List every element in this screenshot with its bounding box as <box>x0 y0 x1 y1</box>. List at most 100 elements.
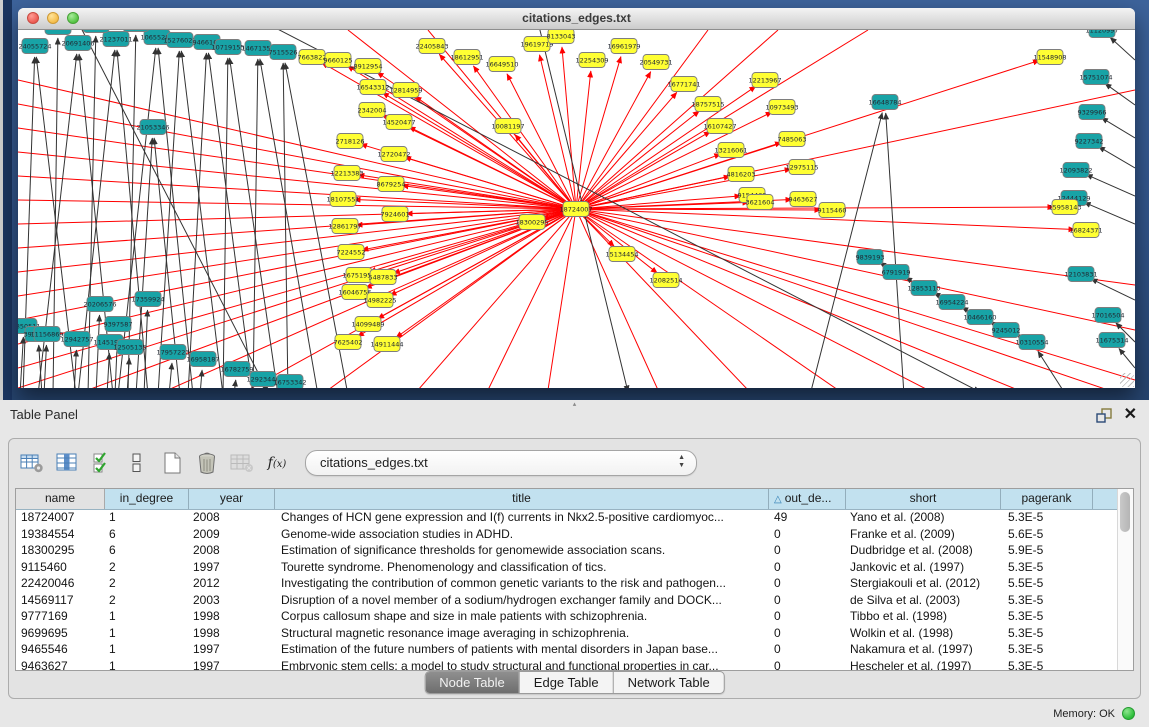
graph-node[interactable]: 16958187 <box>186 352 219 367</box>
graph-node[interactable]: 21053346 <box>136 120 169 135</box>
graph-node[interactable]: 8912954 <box>354 59 383 74</box>
graph-node[interactable]: 10466160 <box>963 310 996 325</box>
graph-node[interactable]: 14520477 <box>382 115 415 130</box>
table-body[interactable]: 1872400712008Changes of HCN gene express… <box>16 509 1118 670</box>
rows-icon[interactable] <box>122 449 152 477</box>
graph-node[interactable]: 9329966 <box>1078 105 1107 120</box>
graph-node[interactable]: 15751074 <box>1079 70 1112 85</box>
table-row[interactable]: 911546021997Tourette syndrome. Phenomeno… <box>16 559 1118 576</box>
graph-node[interactable]: 8679254 <box>377 177 406 192</box>
graph-node[interactable]: 16649510 <box>485 57 518 72</box>
graph-node[interactable]: 14911444 <box>370 337 403 352</box>
graph-node[interactable]: 12975115 <box>785 160 818 175</box>
graph-node[interactable]: 12814959 <box>389 83 422 98</box>
graph-node[interactable]: 9660125 <box>324 53 353 68</box>
graph-node[interactable]: 12942757 <box>60 332 93 347</box>
graph-node[interactable]: 12853110 <box>907 281 940 296</box>
window-resize-grip[interactable] <box>1120 373 1134 387</box>
table-row[interactable]: 1456911722003Disruption of a novel membe… <box>16 592 1118 609</box>
graph-node[interactable]: 20206576 <box>83 297 116 312</box>
tab-node-table[interactable]: Node Table <box>425 672 519 693</box>
column-header-name[interactable]: name <box>16 489 105 509</box>
column-header-short[interactable]: short <box>846 489 1001 509</box>
table-selector-dropdown[interactable]: citations_edges.txt ▲▼ <box>305 450 697 476</box>
graph-node[interactable]: 2718126 <box>336 134 365 149</box>
graph-node[interactable]: 10973493 <box>765 100 798 115</box>
close-icon[interactable]: ✕ <box>1124 406 1137 424</box>
graph-node[interactable]: 24055724 <box>18 39 51 54</box>
graph-node[interactable]: 9699695 <box>122 30 151 32</box>
graph-node[interactable]: 9777169 <box>82 30 111 33</box>
table-row[interactable]: 946362711997Embryonic stem cells: a mode… <box>16 658 1118 671</box>
graph-node[interactable]: 12093822 <box>1059 163 1092 178</box>
graph-node[interactable]: 16648784 <box>868 95 901 110</box>
graph-node[interactable]: 16543312 <box>356 80 389 95</box>
splitter-handle-icon[interactable]: ▴ <box>573 401 577 408</box>
graph-node[interactable]: 16961979 <box>607 39 640 54</box>
graph-node[interactable]: 7515526 <box>269 45 298 60</box>
column-visibility-icon[interactable] <box>52 449 82 477</box>
graph-node[interactable]: 6791919 <box>882 265 911 280</box>
tab-edge-table[interactable]: Edge Table <box>519 672 613 693</box>
graph-node[interactable]: 7224552 <box>337 245 366 260</box>
window-titlebar[interactable]: citations_edges.txt <box>18 8 1135 30</box>
tab-network-table[interactable]: Network Table <box>613 672 724 693</box>
graph-node[interactable]: 7663822 <box>298 50 327 65</box>
graph-node[interactable]: 16954224 <box>935 295 968 310</box>
graph-node[interactable]: 20691406 <box>61 36 94 51</box>
graph-node[interactable]: 11120997 <box>1085 30 1118 38</box>
graph-node[interactable]: 17016504 <box>1091 308 1124 323</box>
graph-node[interactable]: 2342004 <box>358 103 387 118</box>
table-scrollbar[interactable] <box>1117 489 1133 670</box>
graph-node[interactable]: 17359924 <box>131 292 164 307</box>
graph-node[interactable]: 12082514 <box>649 273 682 288</box>
column-header-pagerank[interactable]: pagerank <box>1001 489 1093 509</box>
graph-node[interactable]: 5487833 <box>369 270 398 285</box>
graph-node[interactable]: 10719155 <box>211 40 244 55</box>
graph-node[interactable]: 8133043 <box>547 30 576 44</box>
graph-node[interactable]: 18612951 <box>450 50 483 65</box>
delete-icon[interactable] <box>192 449 222 477</box>
table-row[interactable]: 1872400712008Changes of HCN gene express… <box>16 509 1118 526</box>
row-select-icon[interactable] <box>87 449 117 477</box>
graph-node[interactable]: 11156869 <box>30 327 63 342</box>
new-file-icon[interactable] <box>157 449 187 477</box>
graph-node[interactable]: 12103831 <box>1064 267 1097 282</box>
graph-node[interactable]: 9397587 <box>104 317 133 332</box>
graph-node[interactable]: 19384554 <box>41 30 74 35</box>
graph-node[interactable]: 12213967 <box>748 73 781 88</box>
graph-node[interactable]: 14099489 <box>351 317 384 332</box>
graph-node[interactable]: 3621604 <box>746 195 775 210</box>
function-builder-icon[interactable]: f(x) <box>262 449 292 477</box>
table-row[interactable]: 977716911998Corpus callosum shape and si… <box>16 608 1118 625</box>
graph-node[interactable]: 4816203 <box>727 167 756 182</box>
graph-node[interactable]: 12213383 <box>330 166 363 181</box>
graph-node[interactable]: 22405843 <box>415 39 448 54</box>
table-row[interactable]: 2242004622012Investigating the contribut… <box>16 575 1118 592</box>
graph-node[interactable]: 7485063 <box>778 132 807 147</box>
column-header-year[interactable]: year <box>189 489 275 509</box>
graph-node[interactable]: 7924601 <box>381 207 410 222</box>
graph-node[interactable]: 9245012 <box>992 323 1021 338</box>
table-settings-icon[interactable] <box>17 449 47 477</box>
network-canvas[interactable]: 2405572420691406212370111065528715276021… <box>18 30 1135 388</box>
graph-node[interactable]: 18107551 <box>326 192 359 207</box>
graph-node[interactable]: 16753342 <box>273 375 306 389</box>
graph-node[interactable]: 12861797 <box>328 219 361 234</box>
scrollbar-thumb[interactable] <box>1120 492 1130 532</box>
graph-node[interactable]: 14982225 <box>363 293 396 308</box>
citation-graph[interactable]: 2405572420691406212370111065528715276021… <box>18 30 1135 388</box>
graph-node[interactable]: 16107427 <box>703 119 736 134</box>
graph-node[interactable]: 9463627 <box>789 192 818 207</box>
network-window[interactable]: citations_edges.txt 24055724206914062123… <box>18 8 1135 388</box>
column-header-out_de[interactable]: △out_de... <box>769 489 846 509</box>
graph-node[interactable]: 16824371 <box>1069 223 1102 238</box>
graph-node[interactable]: 11675314 <box>1095 333 1128 348</box>
table-row[interactable]: 1938455462009Genome-wide association stu… <box>16 526 1118 543</box>
table-row[interactable]: 946554611997Estimation of the future num… <box>16 641 1118 658</box>
graph-node[interactable]: 10081197 <box>491 119 524 134</box>
node-table[interactable]: namein_degreeyeartitle△out_de...shortpag… <box>15 488 1134 671</box>
graph-node[interactable]: 17957223 <box>156 345 189 360</box>
graph-node[interactable]: 12254309 <box>575 53 608 68</box>
float-window-icon[interactable] <box>1096 408 1112 423</box>
